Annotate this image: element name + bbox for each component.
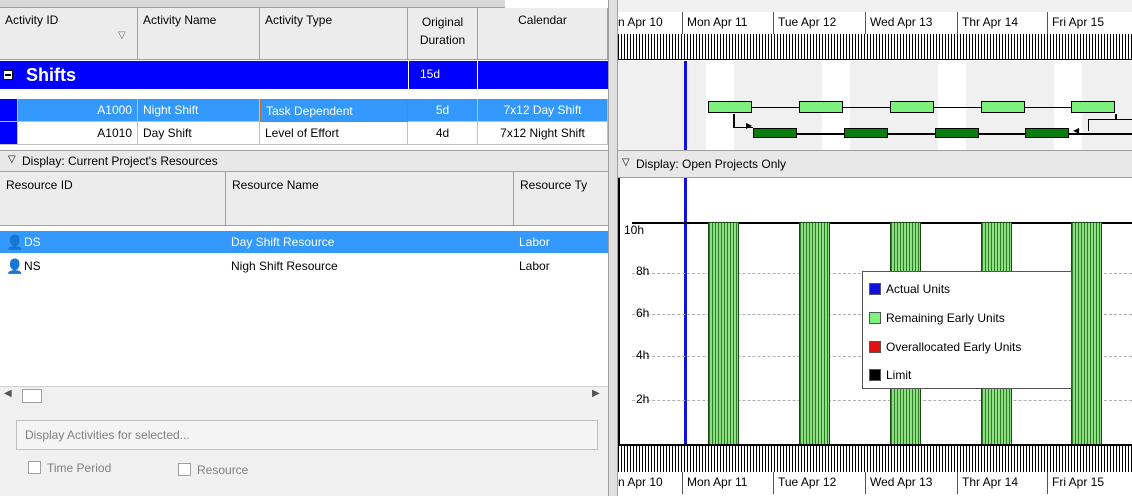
y-axis-tick: 2h bbox=[636, 392, 650, 406]
group-duration: 15d bbox=[420, 67, 441, 81]
table-row[interactable]: 👤 NS Nigh Shift Resource Labor bbox=[0, 255, 608, 277]
legend-item: Overallocated Early Units bbox=[869, 338, 1021, 356]
y-axis-tick: 6h bbox=[636, 306, 650, 320]
y-axis-tick: 10h bbox=[624, 223, 645, 237]
gantt-bar[interactable] bbox=[890, 101, 934, 113]
histogram-date-label: Thr Apr 14 bbox=[957, 472, 1018, 494]
gantt-bar[interactable] bbox=[1071, 101, 1115, 113]
resource-person-icon: 👤 bbox=[6, 234, 24, 250]
col-header-resource-id[interactable]: Resource ID bbox=[0, 172, 226, 226]
cell-activity-id: A1010 bbox=[18, 122, 138, 145]
legend-item: Actual Units bbox=[869, 280, 950, 298]
group-name: Shifts bbox=[26, 65, 77, 85]
cell-activity-id: A1000 bbox=[18, 99, 138, 122]
y-axis-tick: 4h bbox=[636, 348, 650, 362]
gantt-bar[interactable] bbox=[935, 128, 979, 138]
scrollbar-thumb[interactable] bbox=[22, 389, 42, 403]
resources-panel: ▽ Display: Current Project's Resources R… bbox=[0, 150, 608, 496]
histogram-date-label: Tue Apr 12 bbox=[773, 472, 836, 494]
histogram-bar[interactable] bbox=[1071, 222, 1102, 446]
gantt-bar[interactable] bbox=[753, 128, 797, 138]
display-filter-label[interactable]: Display: Current Project's Resources bbox=[22, 154, 218, 168]
chevron-down-icon[interactable]: ▽ bbox=[8, 154, 16, 165]
y-axis-tick: 8h bbox=[636, 264, 650, 278]
display-activities-group: Display Activities for selected... bbox=[16, 420, 598, 450]
chevron-down-icon[interactable]: ▽ bbox=[622, 157, 630, 168]
gantt-date-header: Wed Apr 13 bbox=[865, 12, 932, 34]
header-label: Activity Type bbox=[265, 13, 333, 27]
gantt-bar[interactable] bbox=[708, 101, 752, 113]
table-row[interactable]: A1010 Day Shift Level of Effort 4d 7x12 … bbox=[0, 122, 608, 145]
cell-resource-type: Labor bbox=[519, 259, 550, 273]
histogram-date-label: Mon Apr 11 bbox=[682, 472, 747, 494]
col-header-activity-type[interactable]: Activity Type bbox=[260, 8, 408, 60]
histogram-date-label: Wed Apr 13 bbox=[865, 472, 932, 494]
vertical-splitter[interactable] bbox=[608, 0, 618, 496]
histogram-date-label: Fri Apr 15 bbox=[1047, 472, 1104, 494]
col-header-activity-name[interactable]: Activity Name bbox=[138, 8, 260, 60]
gantt-bar[interactable] bbox=[844, 128, 888, 138]
display-filter-label[interactable]: Display: Open Projects Only bbox=[636, 157, 786, 171]
relationship-arrow-icon: ◀ bbox=[1073, 126, 1080, 135]
cell-resource-name: Day Shift Resource bbox=[231, 235, 335, 249]
scroll-right-icon[interactable]: ▶ bbox=[592, 388, 600, 399]
gantt-bar[interactable] bbox=[981, 101, 1025, 113]
gantt-date-header: Thr Apr 14 bbox=[957, 12, 1018, 34]
col-header-calendar[interactable]: Calendar bbox=[478, 8, 608, 60]
gantt-date-header: n Apr 10 bbox=[618, 15, 663, 29]
checkbox-icon[interactable] bbox=[28, 461, 41, 474]
header-label: Activity Name bbox=[143, 13, 217, 27]
legend-swatch bbox=[869, 283, 881, 295]
cell-activity-name: Day Shift bbox=[138, 122, 260, 145]
gantt-bar[interactable] bbox=[1025, 128, 1069, 138]
collapse-icon[interactable] bbox=[3, 70, 13, 80]
header-label: Activity ID bbox=[5, 13, 59, 27]
scroll-left-icon[interactable]: ◀ bbox=[4, 388, 12, 399]
legend-swatch bbox=[869, 312, 881, 324]
cell-resource-name: Nigh Shift Resource bbox=[231, 259, 338, 273]
cell-calendar: 7x12 Day Shift bbox=[478, 99, 608, 122]
table-row[interactable]: A1000 Night Shift Task Dependent 5d 7x12… bbox=[0, 99, 608, 122]
table-row[interactable]: 👤 DS Day Shift Resource Labor bbox=[0, 231, 608, 253]
gantt-date-header: Tue Apr 12 bbox=[773, 12, 836, 34]
cell-resource-id: DS bbox=[24, 235, 41, 249]
data-date-line bbox=[684, 178, 687, 446]
relationship-arrow-icon: ▶ bbox=[746, 121, 753, 130]
cell-duration: 5d bbox=[408, 99, 478, 122]
col-header-resource-type[interactable]: Resource Ty bbox=[514, 172, 608, 226]
gantt-group-bar bbox=[618, 61, 1132, 89]
histogram-bar[interactable] bbox=[708, 222, 739, 446]
group-row-shifts[interactable]: Shifts 15d bbox=[0, 61, 608, 89]
header-label: Calendar bbox=[518, 13, 567, 27]
legend-swatch bbox=[869, 369, 881, 381]
cell-duration: 4d bbox=[408, 122, 478, 145]
gantt-date-header: Mon Apr 11 bbox=[682, 12, 747, 34]
cell-activity-type[interactable]: Task Dependent bbox=[260, 99, 408, 122]
filter-icon[interactable]: ▽ bbox=[118, 30, 126, 41]
cell-calendar: 7x12 Night Shift bbox=[478, 122, 608, 145]
checkbox-icon[interactable] bbox=[178, 463, 191, 476]
cell-activity-name: Night Shift bbox=[138, 99, 260, 122]
col-header-activity-id[interactable]: Activity ID ▽ bbox=[0, 8, 138, 60]
col-header-original-duration[interactable]: Original Duration bbox=[408, 8, 478, 60]
resource-checkbox[interactable]: Resource bbox=[178, 463, 248, 477]
legend-swatch bbox=[869, 341, 881, 353]
gantt-date-header: Fri Apr 15 bbox=[1047, 12, 1104, 34]
time-period-checkbox[interactable]: Time Period bbox=[28, 461, 111, 475]
cell-resource-id: NS bbox=[24, 259, 41, 273]
histogram-bar[interactable] bbox=[799, 222, 830, 446]
activity-table: Activity ID ▽ Activity Name Activity Typ… bbox=[0, 0, 608, 150]
display-activities-label: Display Activities for selected... bbox=[25, 428, 190, 442]
histogram-date-label: n Apr 10 bbox=[618, 475, 663, 489]
cell-resource-type: Labor bbox=[519, 235, 550, 249]
gantt-bar[interactable] bbox=[799, 101, 843, 113]
resource-person-icon: 👤 bbox=[6, 258, 24, 274]
cell-activity-type: Level of Effort bbox=[260, 122, 408, 145]
horizontal-scrollbar[interactable]: ◀ ▶ bbox=[0, 386, 608, 404]
gantt-chart: n Apr 10 Mon Apr 11 Tue Apr 12 Wed Apr 1… bbox=[618, 0, 1132, 150]
legend-item: Limit bbox=[869, 366, 911, 384]
legend-item: Remaining Early Units bbox=[869, 309, 1005, 327]
col-header-resource-name[interactable]: Resource Name bbox=[226, 172, 514, 226]
